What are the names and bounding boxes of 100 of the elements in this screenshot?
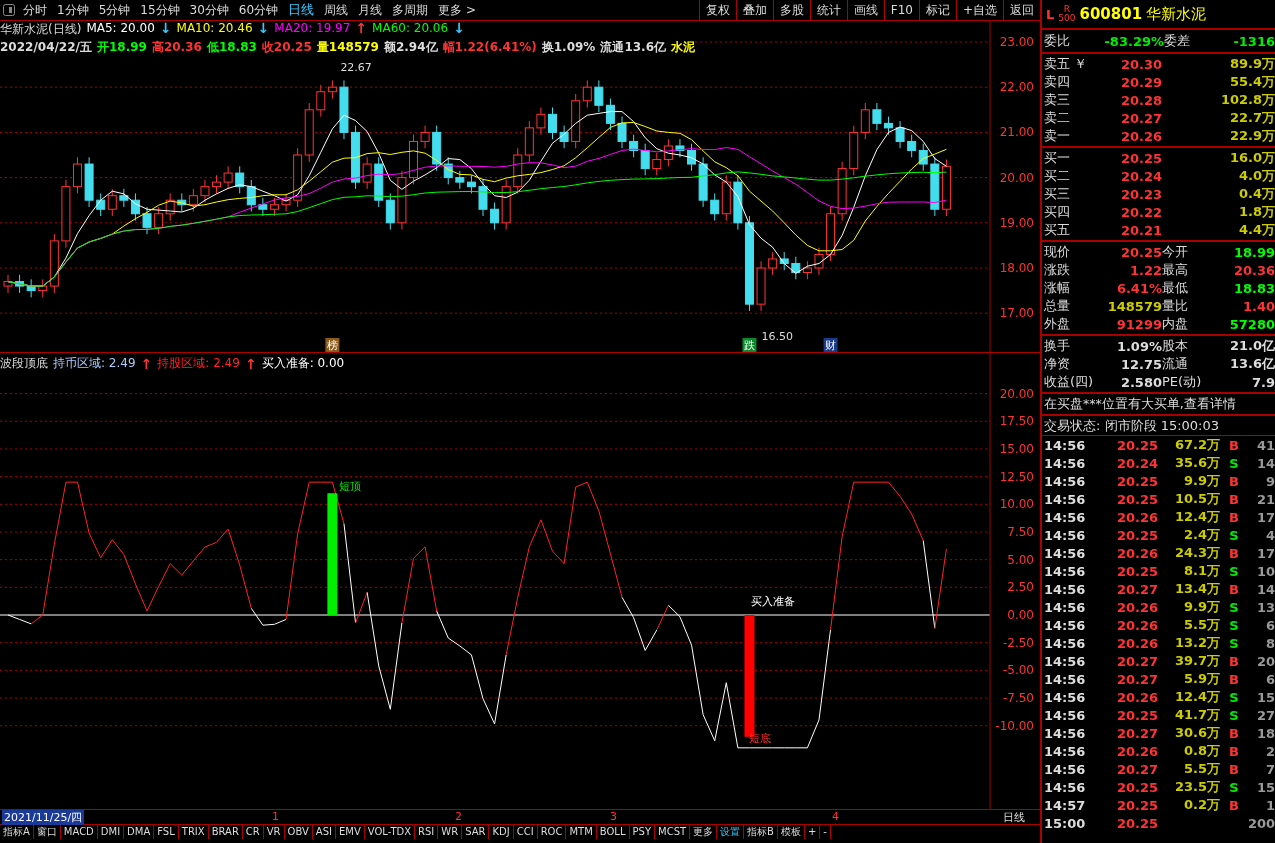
stat-label: 股本 <box>1162 337 1189 355</box>
tick-price: 20.24 <box>1115 455 1158 471</box>
candle <box>385 192 395 231</box>
stat-value: 1.09% <box>1115 338 1162 354</box>
indicator-tab[interactable]: EMV <box>336 825 365 839</box>
toolbar-button[interactable]: 复权 <box>698 0 736 20</box>
indicator-tab[interactable]: 设置 <box>717 825 745 839</box>
indicator-tab[interactable]: DMA <box>124 825 155 839</box>
tick-side: S <box>1228 599 1240 615</box>
tick-side: B <box>1228 437 1240 453</box>
indicator-tab[interactable]: CCI <box>513 825 538 839</box>
indicator-tab[interactable]: CR <box>242 825 264 839</box>
period-tab[interactable]: 月线 <box>353 1 388 19</box>
tick-volume: 2.4万 <box>1182 526 1220 544</box>
toolbar-button[interactable]: 返回 <box>1003 0 1040 20</box>
tick-volume: 23.5万 <box>1173 778 1220 796</box>
big-order-notice[interactable]: 在买盘***位置有大买单,查看详情 <box>1044 395 1275 413</box>
indicator-tab[interactable]: VOL-TDX <box>364 825 416 839</box>
tick-price: 20.26 <box>1115 599 1158 615</box>
period-tab[interactable]: 分时 <box>18 1 52 19</box>
tick-side: B <box>1228 797 1240 813</box>
indicator-tab[interactable]: SAR <box>462 825 490 839</box>
indicator-tab[interactable]: MCST <box>655 825 691 839</box>
panel-toggle-icon[interactable] <box>3 4 15 16</box>
axis-label: 20.00 <box>999 170 1034 185</box>
indicator-tab[interactable]: KDJ <box>489 825 514 839</box>
low-price-label: 16.50 <box>761 329 793 343</box>
indicator-tab[interactable]: FSL <box>154 825 179 839</box>
indicator-tab[interactable]: TRIX <box>178 825 209 839</box>
axis-label: 17.00 <box>999 306 1034 321</box>
tick-count: 13 <box>1255 599 1275 615</box>
stock-code: 600801 <box>1079 5 1143 23</box>
indicator-tab[interactable]: MACD <box>60 825 98 839</box>
candle <box>466 174 476 194</box>
indicator-tab[interactable]: ASI <box>312 825 336 839</box>
period-tab[interactable]: 1分钟 <box>52 1 94 19</box>
indicator-tab[interactable]: - <box>820 825 831 839</box>
tick-price: 20.27 <box>1115 671 1158 687</box>
toolbar-button[interactable]: 叠加 <box>735 0 773 20</box>
indicator-tab[interactable]: OBV <box>284 825 313 839</box>
period-tab[interactable]: 5分钟 <box>93 1 136 19</box>
toolbar-button[interactable]: 多股 <box>772 0 810 20</box>
period-label: 日线 <box>1003 810 1025 825</box>
quote-value: 水泥 <box>671 39 695 56</box>
indicator-tab[interactable]: BOLL <box>596 825 630 839</box>
tick-side: S <box>1228 635 1240 651</box>
indicator-tab[interactable]: 窗口 <box>33 825 61 839</box>
stat-label: PE(动) <box>1162 373 1203 391</box>
tick-volume: 67.2万 <box>1173 436 1220 454</box>
tick-count: 18 <box>1255 725 1275 741</box>
indicator-tab[interactable]: VR <box>263 825 285 839</box>
candle <box>559 125 569 149</box>
order-price: 20.27 <box>1119 110 1162 126</box>
indicator-tab[interactable]: + <box>804 825 821 839</box>
period-tab[interactable]: 日线 <box>283 1 320 19</box>
toolbar-button[interactable]: 统计 <box>809 0 847 20</box>
period-tab[interactable]: 60分钟 <box>233 1 284 19</box>
indicator-tab[interactable]: 模板 <box>777 825 805 839</box>
order-price: 20.22 <box>1119 204 1162 220</box>
tick-volume: 30.6万 <box>1173 724 1220 742</box>
stat-label: 最高 <box>1162 261 1189 279</box>
axis-label: 19.00 <box>999 215 1034 230</box>
period-tab[interactable]: 多周期 <box>387 1 434 19</box>
candle <box>802 260 812 280</box>
indicator-tab[interactable]: WR <box>438 825 463 839</box>
indicator-tab[interactable]: RSI <box>415 825 439 839</box>
indicator-tab[interactable]: ROC <box>537 825 567 839</box>
tick-price: 20.25 <box>1115 779 1158 795</box>
quote-value: 高20.36 <box>151 39 202 56</box>
candle <box>756 260 766 312</box>
tick-volume: 13.2万 <box>1173 634 1220 652</box>
stat-value: 18.83 <box>1232 280 1275 296</box>
candle <box>420 125 430 149</box>
candle <box>26 278 36 298</box>
tick-time: 14:56 <box>1044 725 1087 741</box>
candle <box>107 188 117 217</box>
period-tab[interactable]: 15分钟 <box>135 1 185 19</box>
indicator-tab[interactable]: 指标A <box>0 825 34 839</box>
toolbar-button[interactable]: +自选 <box>955 0 1003 20</box>
candle <box>663 138 673 167</box>
tick-time: 14:56 <box>1044 635 1087 651</box>
stat-value: 13.6亿 <box>1228 355 1275 373</box>
toolbar-button[interactable]: F10 <box>883 0 919 20</box>
indicator-tab[interactable]: PSY <box>629 825 655 839</box>
period-tab[interactable]: 更多 > <box>433 1 481 19</box>
indicator-tab[interactable]: MTM <box>566 825 597 839</box>
tick-price: 20.27 <box>1115 581 1158 597</box>
indicator-tab[interactable]: BRAR <box>208 825 243 839</box>
tick-price: 20.25 <box>1115 707 1158 723</box>
candle <box>455 170 465 190</box>
period-tab[interactable]: 周线 <box>319 1 354 19</box>
axis-label: 22.00 <box>999 80 1034 95</box>
indicator-tab[interactable]: DMI <box>97 825 125 839</box>
trend-arrow: ↑ <box>355 21 368 35</box>
indicator-tab[interactable]: 更多 <box>690 825 718 839</box>
toolbar-button[interactable]: 画线 <box>846 0 884 20</box>
indicator-tab[interactable]: 指标B <box>744 825 778 839</box>
tick-count: 4 <box>1264 527 1275 543</box>
toolbar-button[interactable]: 标记 <box>918 0 956 20</box>
period-tab[interactable]: 30分钟 <box>184 1 234 19</box>
